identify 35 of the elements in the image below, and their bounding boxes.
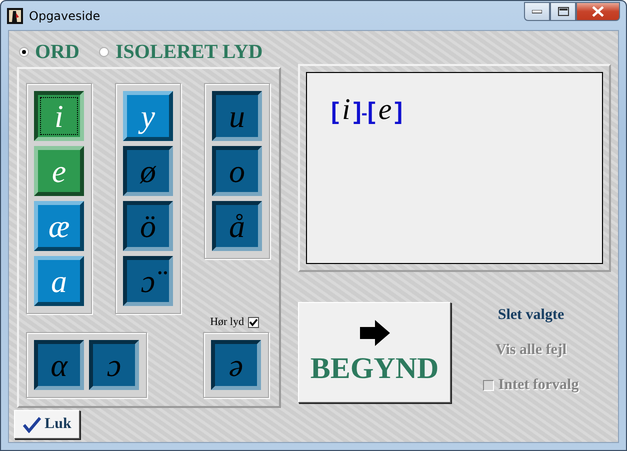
close-dialog-button[interactable]: Luk xyxy=(14,410,80,439)
sound-key[interactable]: α xyxy=(34,340,84,390)
close-icon xyxy=(592,6,604,17)
close-button[interactable] xyxy=(576,2,620,21)
radio-button[interactable] xyxy=(99,47,110,57)
radio-label[interactable]: ISOLERET LYD xyxy=(115,40,263,64)
minimize-icon xyxy=(532,10,542,14)
sound-key[interactable]: ø xyxy=(123,146,173,196)
maximize-button[interactable] xyxy=(550,2,576,21)
sound-key[interactable]: o xyxy=(212,146,262,196)
maximize-icon xyxy=(558,7,568,16)
sound-key[interactable]: u xyxy=(212,91,262,141)
sound-key[interactable]: ö xyxy=(123,201,173,251)
transcription-text: [i]-[e] xyxy=(331,98,403,125)
sound-key[interactable]: a xyxy=(34,256,84,306)
sound-key[interactable]: å xyxy=(212,201,262,251)
sound-key[interactable]: ɔ xyxy=(89,340,139,390)
sound-key[interactable]: i xyxy=(34,91,84,141)
window-title: Opgaveside xyxy=(29,8,102,22)
action-link[interactable]: Slet valgte xyxy=(498,307,564,324)
minimize-button[interactable] xyxy=(524,2,550,21)
checkbox-label: Intet forvalg xyxy=(498,377,579,394)
checkbox[interactable] xyxy=(248,316,259,328)
app-icon xyxy=(7,8,23,24)
checkbox-label: Hør lyd xyxy=(210,316,244,328)
sound-key[interactable]: ə xyxy=(211,340,261,390)
arrow-icon xyxy=(360,320,390,346)
sound-key[interactable]: y xyxy=(123,91,173,141)
sound-key[interactable]: ɔ̈ xyxy=(123,256,173,306)
radio-button[interactable] xyxy=(19,47,29,57)
sound-key[interactable]: e xyxy=(34,146,84,196)
check-icon xyxy=(22,416,41,432)
radio-label[interactable]: ORD xyxy=(35,40,80,64)
sound-key[interactable]: æ xyxy=(34,201,84,251)
start-button[interactable]: BEGYND xyxy=(298,302,451,403)
